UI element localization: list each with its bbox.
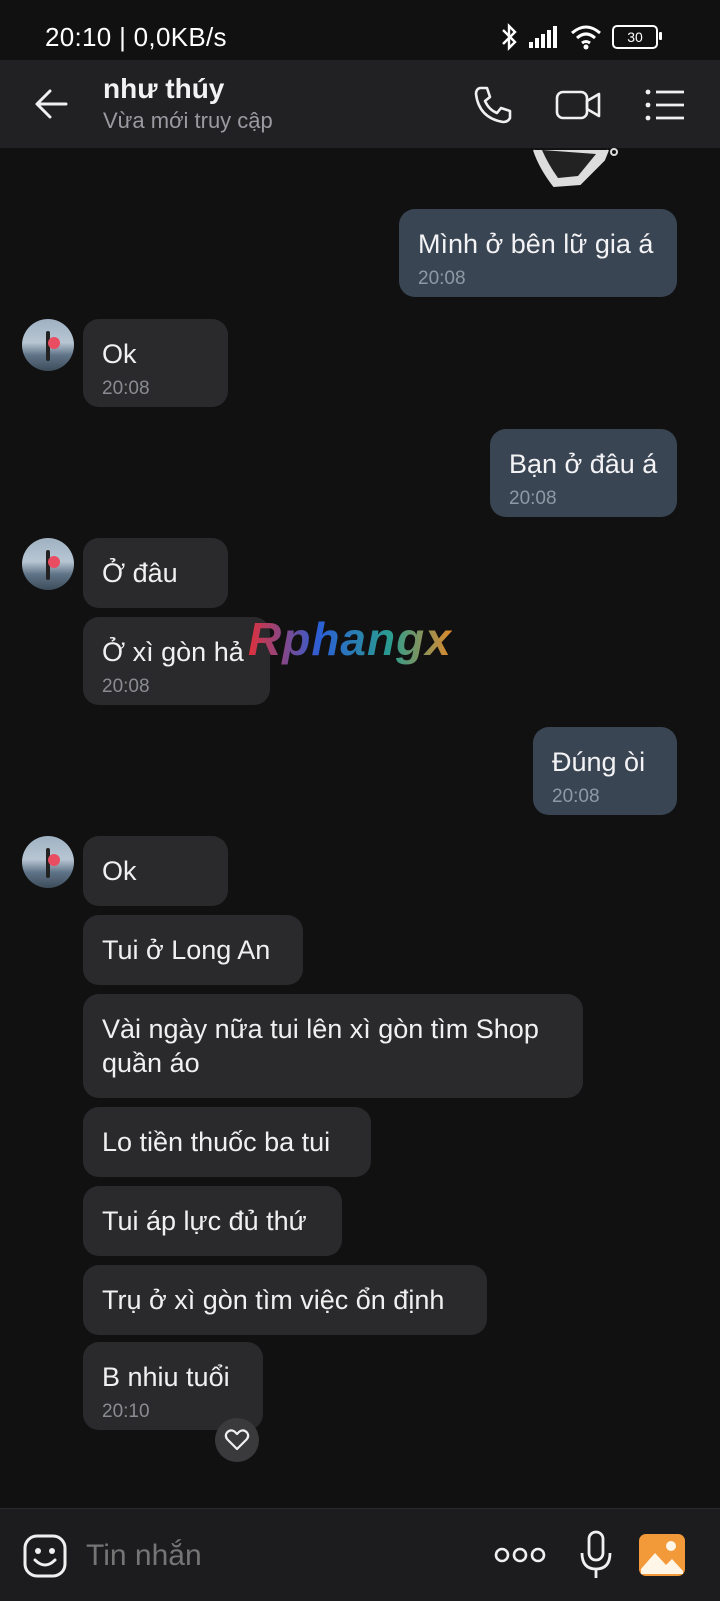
message-time: 20:08 (102, 378, 150, 399)
message-bubble-outgoing[interactable]: Đúng òi 20:08 (533, 727, 677, 815)
more-options-icon[interactable] (494, 1545, 546, 1565)
signal-icon (529, 26, 557, 48)
microphone-icon[interactable] (578, 1529, 614, 1581)
status-icons: 30 (500, 22, 662, 52)
message-text: Ở xì gòn hả (102, 637, 244, 667)
contact-avatar[interactable] (22, 538, 74, 590)
message-input[interactable] (84, 1531, 468, 1581)
message-time: 20:08 (418, 268, 466, 289)
emoji-sticker-icon[interactable] (22, 1533, 68, 1579)
message-bubble-incoming[interactable]: Vài ngày nữa tui lên xì gòn tìm Shop quầ… (83, 994, 583, 1098)
message-text: Đúng òi (552, 747, 646, 777)
back-arrow-icon[interactable] (30, 82, 74, 126)
react-heart-button[interactable] (215, 1418, 259, 1462)
message-text: Tui ở Long An (102, 935, 271, 965)
video-call-icon[interactable] (554, 82, 602, 128)
message-time: 20:08 (509, 488, 557, 509)
message-text: Tui áp lực đủ thứ (102, 1206, 307, 1236)
message-text: Lo tiền thuốc ba tui (102, 1127, 331, 1157)
message-time: 20:08 (102, 676, 150, 697)
message-input-bar (0, 1508, 720, 1601)
contact-status: Vừa mới truy cập (103, 108, 273, 133)
message-bubble-incoming[interactable]: Ở đâu (83, 538, 228, 608)
message-bubble-incoming[interactable]: Lo tiền thuốc ba tui (83, 1107, 371, 1177)
message-bubble-outgoing[interactable]: Mình ở bên lữ gia á 20:08 (399, 209, 677, 297)
message-bubble-incoming[interactable]: Ok (83, 836, 228, 906)
wifi-icon (571, 25, 601, 50)
menu-list-icon[interactable] (642, 82, 688, 128)
heart-icon (224, 1429, 250, 1451)
message-bubble-outgoing[interactable]: Bạn ở đâu á 20:08 (490, 429, 677, 517)
phone-call-icon[interactable] (470, 82, 516, 128)
status-bar: 20:10 | 0,0KB/s 30 (0, 0, 720, 60)
message-bubble-incoming[interactable]: Tui áp lực đủ thứ (83, 1186, 342, 1256)
sticker-image[interactable] (522, 148, 622, 188)
bluetooth-icon (502, 23, 517, 51)
message-text: Ok (102, 339, 137, 369)
battery-icon: 30 (612, 25, 662, 49)
contact-name[interactable]: như thúy (103, 73, 224, 105)
message-time: 20:10 (102, 1401, 150, 1422)
message-text: Ok (102, 856, 137, 886)
message-text: Ở đâu (102, 558, 178, 588)
message-text: Bạn ở đâu á (509, 449, 658, 479)
contact-avatar[interactable] (22, 836, 74, 888)
status-time-speed: 20:10 | 0,0KB/s (45, 22, 227, 52)
message-bubble-incoming[interactable]: Ok 20:08 (83, 319, 228, 407)
message-bubble-incoming[interactable]: B nhiu tuổi 20:10 (83, 1342, 263, 1430)
message-text-line2: quần áo (102, 1048, 200, 1078)
message-bubble-incoming[interactable]: Tui ở Long An (83, 915, 303, 985)
watermark-logo: Rphangx (248, 613, 452, 665)
message-text: Vài ngày nữa tui lên xì gòn tìm Shop (102, 1014, 539, 1044)
chat-header: như thúy Vừa mới truy cập (0, 60, 720, 148)
message-text: Trụ ở xì gòn tìm việc ổn định (102, 1285, 445, 1315)
chat-area[interactable]: Mình ở bên lữ gia á 20:08 Ok 20:08 Bạn ở… (0, 148, 720, 1508)
message-bubble-incoming[interactable]: Trụ ở xì gòn tìm việc ổn định (83, 1265, 487, 1335)
message-text: B nhiu tuổi (102, 1362, 230, 1392)
message-time: 20:08 (552, 786, 600, 807)
image-gallery-icon[interactable] (638, 1533, 686, 1577)
message-bubble-incoming[interactable]: Ở xì gòn hả 20:08 (83, 617, 270, 705)
contact-avatar[interactable] (22, 319, 74, 371)
message-text: Mình ở bên lữ gia á (418, 229, 654, 259)
